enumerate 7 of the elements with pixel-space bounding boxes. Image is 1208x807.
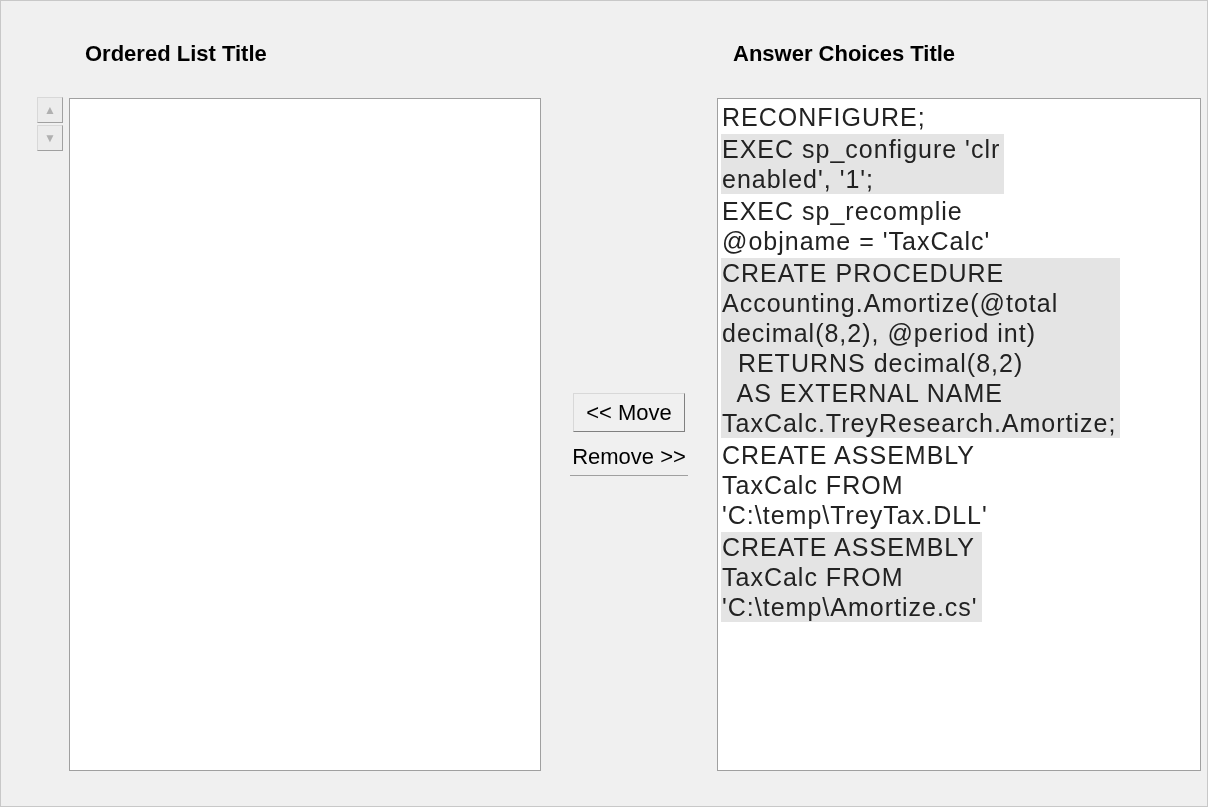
answer-choices-title: Answer Choices Title	[732, 40, 957, 68]
ordered-list-box[interactable]	[69, 98, 541, 771]
answer-choice[interactable]: CREATE ASSEMBLY TaxCalc FROM 'C:\temp\Amortize.cs'	[721, 532, 982, 622]
move-button[interactable]: << Move	[573, 392, 685, 432]
ordered-list-title: Ordered List Title	[84, 40, 268, 68]
answer-choice[interactable]: CREATE PROCEDURE Accounting.Amortize(@total decimal(8,2), @period int) RETURNS decimal(8,2) AS EXTERNAL NAME TaxCalc.TreyResearch.Amortize;	[721, 258, 1121, 438]
answer-choice[interactable]: EXEC sp_configure 'clr enabled', '1';	[721, 134, 1005, 194]
